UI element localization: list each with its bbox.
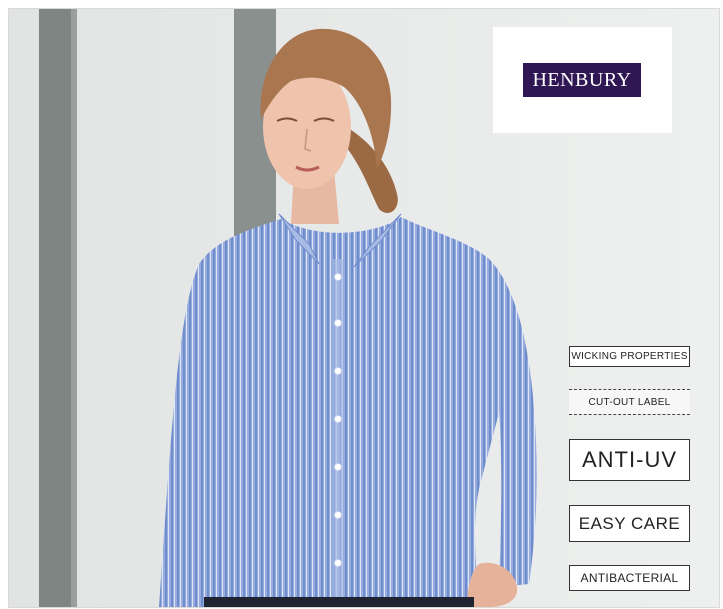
- feature-badge-anti-uv: ANTI-UV: [569, 439, 690, 481]
- feature-badge-wicking: WICKING PROPERTIES: [569, 346, 690, 367]
- henbury-logo: HENBURY: [523, 63, 641, 97]
- feature-badge-cut-out-label: CUT-OUT LABEL: [569, 389, 690, 415]
- feature-badge-antibacterial: ANTIBACTERIAL: [569, 565, 690, 591]
- background-pillar: [39, 9, 71, 607]
- brand-logo-card: HENBURY: [493, 27, 672, 133]
- feature-badge-easy-care: EASY CARE: [569, 505, 690, 542]
- product-photo: HENBURY WICKING PROPERTIES CUT-OUT LABEL…: [8, 8, 720, 608]
